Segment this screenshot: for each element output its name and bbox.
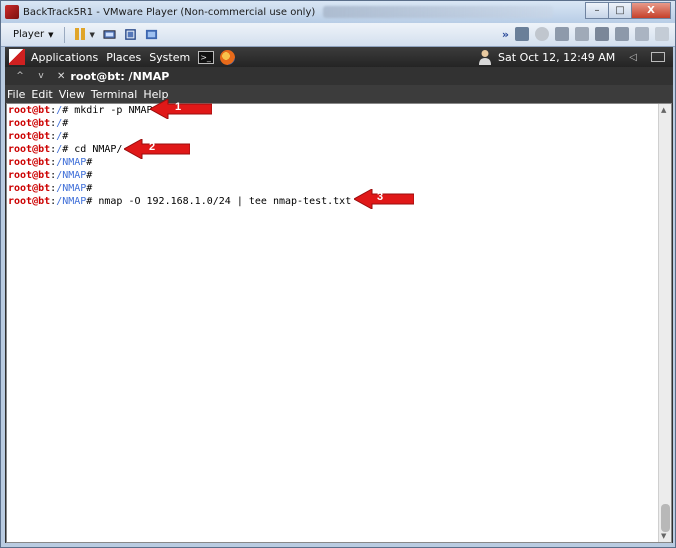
blurred-path-text (323, 6, 554, 18)
unity-icon[interactable] (145, 28, 158, 41)
vmware-window: BackTrack5R1 - VMware Player (Non-commer… (0, 0, 676, 548)
terminal-line: root@bt:/# cd NMAP/ (8, 143, 658, 156)
prompt-path: /NMAP (56, 196, 87, 207)
device-icons: » (502, 27, 669, 41)
window-title: BackTrack5R1 - VMware Player (Non-commer… (23, 6, 316, 18)
firefox-icon[interactable] (220, 49, 236, 65)
prompt-mark: # (86, 170, 93, 181)
terminal-title: root@bt: /NMAP (70, 69, 170, 83)
scroll-down-icon[interactable]: ▼ (661, 532, 666, 540)
callout-arrow-3: 3 (354, 189, 414, 209)
backtrack-logo-icon[interactable] (9, 49, 25, 65)
prompt-path: /NMAP (56, 183, 87, 194)
menu-view[interactable]: View (59, 88, 85, 101)
fullscreen-icon[interactable] (124, 28, 137, 41)
send-ctrl-alt-del-icon[interactable] (103, 28, 116, 41)
prompt-path: /NMAP (56, 157, 87, 168)
menu-applications[interactable]: Applications (31, 51, 98, 64)
printer-icon[interactable] (635, 27, 649, 41)
scroll-up-icon[interactable]: ▲ (661, 106, 666, 114)
prompt-user: root@bt (8, 157, 51, 168)
prompt-user: root@bt (8, 170, 51, 181)
prompt-user: root@bt (8, 196, 51, 207)
callout-number: 2 (148, 141, 156, 153)
maximize-button[interactable]: □ (608, 2, 632, 19)
callout-arrow-1: 1 (150, 99, 212, 119)
prompt-mark: # (62, 118, 69, 129)
chevron-right-icon[interactable]: » (502, 28, 509, 41)
menu-system[interactable]: System (149, 51, 190, 64)
user-icon[interactable] (478, 49, 492, 65)
prompt-user: root@bt (8, 183, 51, 194)
network-icon[interactable] (515, 27, 529, 41)
prompt-mark: # (62, 131, 69, 142)
terminal-line: root@bt:/# (8, 130, 658, 143)
prompt-user: root@bt (8, 131, 51, 142)
chevron-down-icon[interactable]: v (35, 71, 47, 81)
terminal-lines: root@bt:/# mkdir -p NMAP root@bt:/# root@b… (8, 104, 658, 208)
terminal-titlebar[interactable]: ^ v ✕ root@bt: /NMAP (5, 67, 673, 85)
terminal-line: root@bt:/NMAP# (8, 156, 658, 169)
callout-number: 1 (174, 101, 182, 113)
mail-icon[interactable] (651, 52, 665, 62)
callout-arrow-2: 2 (124, 139, 190, 159)
volume-icon[interactable]: ◁ (629, 52, 637, 63)
menu-edit[interactable]: Edit (31, 88, 52, 101)
command-text: cd NMAP/ (68, 144, 123, 155)
prompt-user: root@bt (8, 118, 51, 129)
toolbar-divider (63, 26, 65, 43)
menu-places[interactable]: Places (106, 51, 141, 64)
command-text: mkdir -p NMAP (68, 105, 153, 116)
hdd-icon[interactable] (575, 27, 589, 41)
menu-terminal[interactable]: Terminal (91, 88, 138, 101)
terminal-line: root@bt:/NMAP# nmap -O 192.168.1.0/24 | … (8, 195, 658, 208)
minimize-button[interactable]: – (585, 2, 609, 19)
terminal-line: root@bt:/NMAP# (8, 182, 658, 195)
terminal-line: root@bt:/# mkdir -p NMAP (8, 104, 658, 117)
chevron-up-icon[interactable]: ^ (14, 71, 26, 81)
window-titlebar[interactable]: BackTrack5R1 - VMware Player (Non-commer… (1, 1, 675, 23)
prompt-user: root@bt (8, 105, 51, 116)
terminal-menubar: File Edit View Terminal Help (5, 85, 673, 103)
panel-tray: Sat Oct 12, 12:49 AM ◁ (478, 47, 673, 67)
terminal-output[interactable]: root@bt:/# mkdir -p NMAP root@bt:/# root@b… (6, 103, 672, 543)
chevron-down-icon: ▼ (48, 30, 54, 39)
prompt-mark: # (86, 183, 93, 194)
close-icon[interactable]: ✕ (57, 71, 65, 82)
command-text: nmap -O 192.168.1.0/24 | tee nmap-test.t… (92, 196, 352, 207)
player-menu-label: Player (13, 29, 45, 40)
scrollbar-thumb[interactable] (661, 504, 670, 532)
player-menu-button[interactable]: Player ▼ (13, 29, 54, 40)
floppy-icon[interactable] (555, 27, 569, 41)
close-button[interactable]: X (631, 2, 671, 19)
prompt-mark: # (86, 157, 93, 168)
callout-number: 3 (376, 191, 384, 203)
terminal-scrollbar[interactable]: ▲ ▼ (658, 104, 671, 542)
gnome-top-panel: Applications Places System >_ Sat Oct 12… (5, 47, 673, 67)
guest-screen[interactable]: Applications Places System >_ Sat Oct 12… (5, 47, 673, 543)
terminal-line: root@bt:/# (8, 117, 658, 130)
vmware-app-icon (5, 5, 19, 19)
menu-file[interactable]: File (7, 88, 25, 101)
terminal-line: root@bt:/NMAP# (8, 169, 658, 182)
message-icon[interactable] (655, 27, 669, 41)
vmware-toolbar: Player ▼ ▼ » (1, 23, 675, 47)
chevron-down-icon[interactable]: ▼ (90, 31, 95, 39)
prompt-user: root@bt (8, 144, 51, 155)
cdrom-icon[interactable] (535, 27, 549, 41)
sound-icon[interactable] (615, 27, 629, 41)
clock[interactable]: Sat Oct 12, 12:49 AM (498, 51, 615, 64)
window-controls: – □ X (585, 2, 671, 19)
prompt-path: /NMAP (56, 170, 87, 181)
pause-icon[interactable] (74, 28, 88, 41)
terminal-launcher-icon[interactable]: >_ (198, 50, 215, 64)
usb-icon[interactable] (595, 27, 609, 41)
